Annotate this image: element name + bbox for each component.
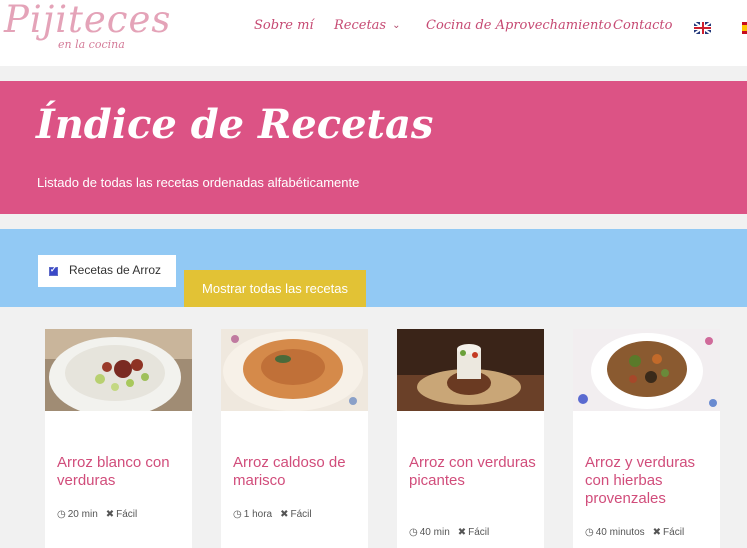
recipe-time: 40 min xyxy=(419,527,450,538)
show-all-recipes-button[interactable]: Mostrar todas las recetas xyxy=(184,270,366,307)
cutlery-icon: ✖ xyxy=(280,509,289,520)
recipe-card[interactable]: Arroz y verduras con hierbas provenzales… xyxy=(573,329,720,548)
recipe-title[interactable]: Arroz con verduras picantes xyxy=(409,454,539,490)
recipe-meta: ◷ 1 hora ✖ Fácil xyxy=(233,509,312,520)
uk-flag-icon[interactable] xyxy=(694,22,711,34)
recipe-difficulty: Fácil xyxy=(116,509,138,520)
nav-item-label: Recetas xyxy=(334,18,387,33)
filter-bar: Recetas de Arroz Mostrar todas las recet… xyxy=(0,229,747,307)
recipe-image[interactable] xyxy=(573,329,720,411)
recipe-title[interactable]: Arroz blanco con verduras xyxy=(57,454,187,490)
recipe-image[interactable] xyxy=(397,329,544,411)
recipe-card[interactable]: Arroz blanco con verduras ◷ 20 min ✖ Fácil xyxy=(45,329,192,548)
recipe-difficulty: Fácil xyxy=(290,509,312,520)
recipe-time: 1 hora xyxy=(243,509,273,520)
category-filter[interactable]: Recetas de Arroz xyxy=(38,255,176,287)
chevron-down-icon: ⌄ xyxy=(392,20,401,31)
site-header: Pijiteces en la cocina Sobre mí Recetas ⌄… xyxy=(0,0,747,66)
nav-item-recetas[interactable]: Recetas ⌄ xyxy=(334,18,401,33)
nav-item-cocina-aprovechamiento[interactable]: Cocina de Aprovechamiento xyxy=(426,18,611,33)
recipe-card[interactable]: Arroz caldoso de marisco ◷ 1 hora ✖ Fácil xyxy=(221,329,368,548)
nav-item-contacto[interactable]: Contacto xyxy=(613,18,672,33)
recipe-card[interactable]: Arroz con verduras picantes ◷ 40 min ✖ Fáci… xyxy=(397,329,544,548)
page-title: Índice de Recetas xyxy=(36,101,434,148)
clock-icon: ◷ xyxy=(233,509,242,520)
logo-tagline: en la cocina xyxy=(58,38,125,51)
clock-icon: ◷ xyxy=(57,509,66,520)
recipe-difficulty: Fácil xyxy=(468,527,490,538)
page-hero: Índice de Recetas Listado de todas las r… xyxy=(0,81,747,214)
page-subtitle: Listado de todas las recetas ordenadas a… xyxy=(37,175,360,190)
recipe-meta: ◷ 40 minutos ✖ Fácil xyxy=(585,527,684,538)
logo-text: Pijiteces xyxy=(4,0,172,41)
recipe-meta: ◷ 20 min ✖ Fácil xyxy=(57,509,137,520)
checkbox-label: Recetas de Arroz xyxy=(69,263,162,277)
cutlery-icon: ✖ xyxy=(105,509,115,520)
rice-checkbox[interactable] xyxy=(49,265,58,276)
es-flag-icon[interactable] xyxy=(742,22,747,34)
recipe-title[interactable]: Arroz y verduras con hierbas provenzales xyxy=(585,454,715,508)
nav-item-sobre-mi[interactable]: Sobre mí xyxy=(254,18,314,33)
recipe-title[interactable]: Arroz caldoso de marisco xyxy=(233,454,363,490)
site-logo[interactable]: Pijiteces en la cocina xyxy=(2,0,170,60)
clock-icon: ◷ xyxy=(585,527,594,538)
clock-icon: ◷ xyxy=(409,527,418,538)
cutlery-icon: ✖ xyxy=(652,527,662,538)
recipe-difficulty: Fácil xyxy=(663,527,685,538)
recipe-time: 20 min xyxy=(67,509,98,520)
cutlery-icon: ✖ xyxy=(457,527,467,538)
recipe-meta: ◷ 40 min ✖ Fácil xyxy=(409,527,489,538)
recipe-image[interactable] xyxy=(45,329,192,411)
recipe-image[interactable] xyxy=(221,329,368,411)
recipe-time: 40 minutos xyxy=(595,527,645,538)
